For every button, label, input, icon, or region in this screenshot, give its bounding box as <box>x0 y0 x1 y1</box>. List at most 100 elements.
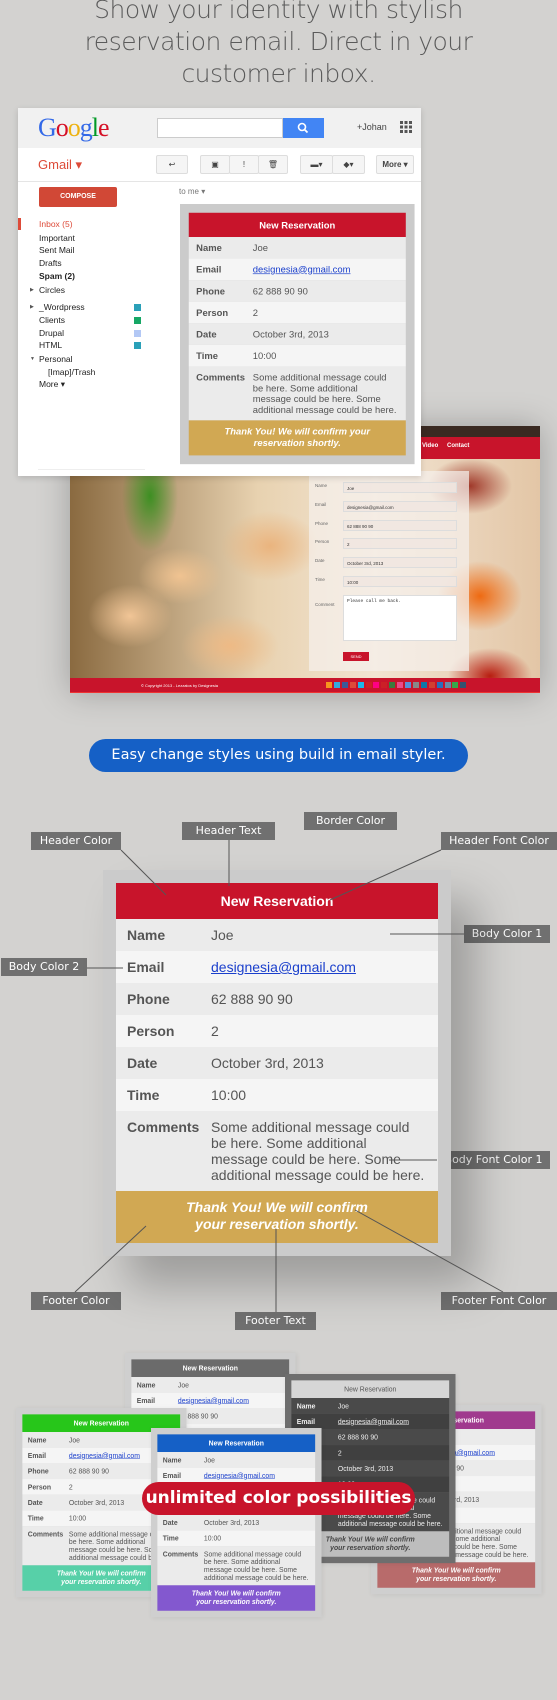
headline-line: Show your identity with stylish <box>94 0 463 24</box>
sidebar-item[interactable]: Drafts <box>39 258 62 268</box>
row-value: Joe <box>337 1401 349 1410</box>
recipient-details[interactable]: to me ▾ <box>179 187 205 196</box>
social-icon[interactable] <box>326 682 332 688</box>
row-value: Some additional message could be here. S… <box>211 1119 425 1183</box>
row-label: Name <box>27 1435 47 1444</box>
send-button[interactable]: SEND <box>343 652 369 661</box>
archive-button[interactable]: ▣ <box>200 155 230 174</box>
form-input[interactable]: Joe <box>343 482 457 493</box>
email-link[interactable]: designesia@gmail.com <box>204 1472 310 1480</box>
move-to-button[interactable]: ▬▾ <box>300 155 333 174</box>
row-label: Phone <box>27 1467 49 1476</box>
email-row: Name Joe <box>157 1452 316 1468</box>
email-row: Date October 3rd, 2013 <box>188 323 406 345</box>
form-input[interactable]: October 3rd, 2013 <box>343 557 457 569</box>
search-button[interactable] <box>283 118 324 138</box>
reservation-form: Comment Please call me back. SEND Name Jo… <box>309 471 469 671</box>
social-icon[interactable] <box>405 682 411 688</box>
label-footer-color: Footer Color <box>31 1292 121 1310</box>
row-value: 10:00 <box>252 350 277 362</box>
social-icon[interactable] <box>420 682 427 688</box>
email-row: Phone 62 888 90 90 <box>116 983 438 1015</box>
sidebar-item[interactable]: Clients <box>39 315 65 325</box>
comment-textarea[interactable]: Please call me back. <box>343 595 457 641</box>
email-row: Date October 3rd, 2013 <box>116 1047 438 1079</box>
social-icon[interactable] <box>349 682 356 688</box>
row-label: Email <box>162 1471 182 1480</box>
social-icon[interactable] <box>365 682 372 688</box>
email-row: Name Joe <box>291 1398 450 1414</box>
search-input[interactable] <box>157 118 283 138</box>
nav-contact[interactable]: Contact <box>447 443 469 449</box>
row-value: 10:00 <box>211 1087 247 1103</box>
sidebar-item[interactable]: Sent Mail <box>39 245 74 255</box>
sidebar-item[interactable]: Personal <box>39 354 73 364</box>
row-value: 2 <box>252 307 259 318</box>
social-icon[interactable] <box>357 682 364 688</box>
sidebar-item[interactable]: _Wordpress <box>39 302 85 312</box>
social-icon[interactable] <box>444 682 451 688</box>
form-input[interactable]: 62 888 90 90 <box>343 519 457 531</box>
email-link[interactable]: designesia@gmail.com <box>211 959 427 975</box>
caret-right-icon[interactable]: ▶ <box>30 304 34 310</box>
copyright: © Copyright 2013 - Lezzatos by Designesi… <box>141 683 218 688</box>
email-row: Email designesia@gmail.com <box>131 1392 290 1409</box>
social-icon[interactable] <box>389 682 396 688</box>
sidebar-item[interactable]: More ▾ <box>39 379 65 390</box>
social-icon[interactable] <box>333 682 340 688</box>
sidebar-item[interactable]: Spam (2) <box>39 271 75 281</box>
row-value: Some additional message could be here. S… <box>252 371 397 415</box>
row-value: 10:00 <box>203 1534 222 1543</box>
apps-grid-icon[interactable] <box>400 121 412 133</box>
row-label: Comments <box>162 1550 199 1558</box>
nav-video[interactable]: Video <box>422 443 438 449</box>
social-icon[interactable] <box>460 682 467 688</box>
email-footer: Thank You! We will confirm your reservat… <box>188 420 406 456</box>
compose-button[interactable]: COMPOSE <box>39 187 117 207</box>
gmail-menu[interactable]: Gmail ▾ <box>38 157 82 173</box>
form-label: Date <box>315 558 325 564</box>
row-value: October 3rd, 2013 <box>203 1518 260 1527</box>
social-icon[interactable] <box>373 682 380 688</box>
social-icon[interactable] <box>341 682 348 688</box>
more-button[interactable]: More ▾ <box>376 155 414 174</box>
sidebar-item[interactable]: [Imap]/Trash <box>48 367 95 377</box>
email-row: Comments Some additional message could be… <box>188 366 406 421</box>
user-link[interactable]: +Johan <box>357 122 387 132</box>
divider <box>18 181 421 182</box>
form-input[interactable]: 10:00 <box>343 576 457 587</box>
report-spam-button[interactable]: ! <box>229 155 259 174</box>
row-label: Email <box>296 1417 316 1426</box>
social-icon[interactable] <box>412 682 419 688</box>
email-row: Date October 3rd, 2013 <box>157 1514 316 1531</box>
row-label: Comments <box>127 1119 200 1135</box>
email-link[interactable]: designesia@gmail.com <box>338 1418 444 1426</box>
email-link[interactable]: designesia@gmail.com <box>178 1397 284 1405</box>
row-label: Person <box>27 1482 52 1491</box>
social-icon[interactable] <box>452 682 459 688</box>
row-value: 62 888 90 90 <box>177 1412 218 1421</box>
caret-down-icon[interactable]: ▼ <box>30 356 35 362</box>
email-row: Name Joe <box>188 237 406 259</box>
row-label: Time <box>196 350 219 362</box>
social-icon[interactable] <box>428 682 435 688</box>
labels-button[interactable]: ◆▾ <box>332 155 365 174</box>
back-button[interactable]: ↩ <box>156 155 188 174</box>
form-input[interactable]: 2 <box>343 538 457 550</box>
sidebar-item[interactable]: Drupal <box>39 328 64 338</box>
sidebar-item[interactable]: HTML <box>39 340 62 350</box>
sidebar-item[interactable]: Important <box>39 233 75 243</box>
social-icon[interactable] <box>436 682 443 688</box>
social-icon[interactable] <box>381 682 388 688</box>
email-link[interactable]: designesia@gmail.com <box>253 264 399 275</box>
sidebar-item[interactable]: Circles <box>39 285 65 295</box>
form-input[interactable]: designesia@gmail.com <box>343 500 457 512</box>
delete-button[interactable]: 🗑 <box>258 155 288 174</box>
social-icon[interactable] <box>397 682 404 688</box>
email-footer: Thank You! We will confirm your reservat… <box>157 1585 316 1611</box>
sidebar-item[interactable]: Inbox (5) <box>39 219 73 229</box>
form-label: Time <box>315 577 325 582</box>
caret-right-icon[interactable]: ▶ <box>30 287 34 293</box>
google-logo: Google <box>38 113 110 142</box>
headline-line: reservation email. Direct in your <box>84 27 473 56</box>
